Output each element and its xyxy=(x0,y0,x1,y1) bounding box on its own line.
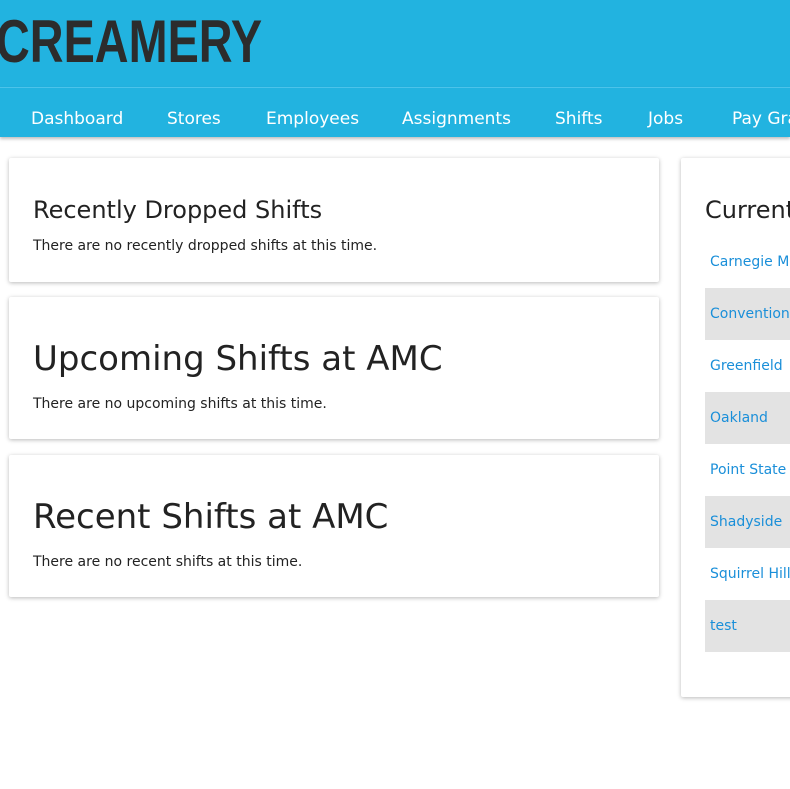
recent-shifts-message: There are no recent shifts at this time. xyxy=(33,554,303,570)
store-link-convention[interactable]: Convention xyxy=(705,288,790,340)
nav-shifts[interactable]: Shifts xyxy=(555,88,603,137)
brand-logo[interactable]: CREAMERY xyxy=(0,6,262,78)
nav-employees[interactable]: Employees xyxy=(266,88,359,137)
recent-shifts-card: Recent Shifts at AMC There are no recent… xyxy=(9,455,659,597)
upcoming-shifts-title: Upcoming Shifts at AMC xyxy=(33,339,443,379)
store-link-greenfield[interactable]: Greenfield xyxy=(705,340,790,392)
recent-shifts-title: Recent Shifts at AMC xyxy=(33,497,389,537)
recently-dropped-shifts-message: There are no recently dropped shifts at … xyxy=(33,238,378,254)
nav-stores[interactable]: Stores xyxy=(167,88,221,137)
nav-assignments[interactable]: Assignments xyxy=(402,88,511,137)
nav-dashboard[interactable]: Dashboard xyxy=(31,88,123,137)
recently-dropped-shifts-title: Recently Dropped Shifts xyxy=(33,196,323,224)
store-link-oakland[interactable]: Oakland xyxy=(705,392,790,444)
nav-pay-grades[interactable]: Pay Gra xyxy=(732,88,790,137)
upcoming-shifts-card: Upcoming Shifts at AMC There are no upco… xyxy=(9,297,659,439)
current-stores-card: Current Carnegie Me Convention Greenfiel… xyxy=(681,158,790,697)
current-stores-title: Current xyxy=(705,196,790,224)
store-link-point-state[interactable]: Point State I xyxy=(705,444,790,496)
nav-jobs[interactable]: Jobs xyxy=(648,88,683,137)
store-link-shadyside[interactable]: Shadyside xyxy=(705,496,790,548)
store-link-test[interactable]: test xyxy=(705,600,790,652)
upcoming-shifts-message: There are no upcoming shifts at this tim… xyxy=(33,396,327,412)
app-header: CREAMERY xyxy=(0,0,790,87)
store-link-squirrel-hill[interactable]: Squirrel Hill xyxy=(705,548,790,600)
store-link-carnegie[interactable]: Carnegie Me xyxy=(705,236,790,288)
recently-dropped-shifts-card: Recently Dropped Shifts There are no rec… xyxy=(9,158,659,282)
main-nav: Dashboard Stores Employees Assignments S… xyxy=(0,87,790,137)
